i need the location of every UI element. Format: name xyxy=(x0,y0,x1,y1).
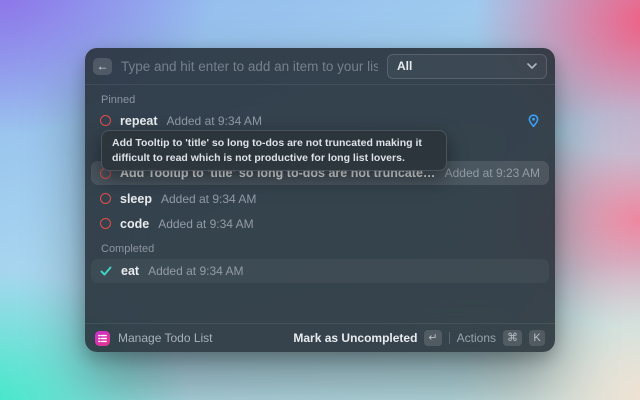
pin-icon xyxy=(528,113,539,127)
chevron-down-icon xyxy=(527,63,537,69)
footer-shortcuts: Mark as Uncompleted ↵ Actions ⌘ K xyxy=(293,330,545,346)
search-header: ← All xyxy=(85,48,555,85)
item-added-time: Added at 9:34 AM xyxy=(160,191,257,206)
actions-button[interactable]: Actions ⌘ K xyxy=(457,330,545,346)
actions-label: Actions xyxy=(456,331,496,345)
app-name-label: Manage Todo List xyxy=(118,331,213,345)
title-tooltip: Add Tooltip to 'title' so long to-dos ar… xyxy=(101,130,447,172)
list-glyph-icon xyxy=(98,334,107,342)
desktop-background: ← All Pinned repeat Added at 9:34 AM xyxy=(0,0,640,400)
item-added-time: Added at 9:34 AM xyxy=(166,113,262,128)
command-key-icon: ⌘ xyxy=(503,330,522,346)
list-item-eat[interactable]: eat Added at 9:34 AM xyxy=(91,259,549,283)
todo-circle-icon[interactable] xyxy=(100,193,111,204)
action-bar: Manage Todo List Mark as Uncompleted ↵ A… xyxy=(85,323,555,352)
mark-as-uncompleted-button[interactable]: Mark as Uncompleted xyxy=(293,331,417,345)
todo-circle-icon[interactable] xyxy=(100,115,111,126)
k-key-icon: K xyxy=(529,330,545,346)
list-item-code[interactable]: code Added at 9:34 AM xyxy=(91,212,549,235)
item-title: eat xyxy=(121,264,140,278)
item-title: repeat xyxy=(120,113,158,128)
checkmark-icon[interactable] xyxy=(100,265,112,277)
item-title: sleep xyxy=(120,191,152,206)
manage-todo-list-app-icon xyxy=(95,330,110,346)
list-item-sleep[interactable]: sleep Added at 9:34 AM xyxy=(91,187,549,210)
search-input[interactable] xyxy=(121,58,378,74)
back-button[interactable]: ← xyxy=(93,57,112,75)
item-title: code xyxy=(120,216,150,231)
back-icon: ← xyxy=(96,59,109,73)
return-key-icon: ↵ xyxy=(424,330,442,346)
footer-separator xyxy=(448,332,450,344)
section-label-completed: Completed xyxy=(101,243,155,255)
item-added-time: Added at 9:34 AM xyxy=(148,264,244,278)
section-label-pinned: Pinned xyxy=(101,94,136,106)
filter-dropdown[interactable]: All xyxy=(387,53,547,79)
todo-list: Pinned repeat Added at 9:34 AM Todo Add … xyxy=(85,85,555,323)
raycast-window: ← All Pinned repeat Added at 9:34 AM xyxy=(85,48,555,352)
todo-circle-icon[interactable] xyxy=(100,218,111,229)
item-added-time: Added at 9:23 AM xyxy=(444,166,540,180)
list-item-repeat[interactable]: repeat Added at 9:34 AM xyxy=(91,109,549,132)
item-added-time: Added at 9:34 AM xyxy=(158,216,254,231)
filter-dropdown-value: All xyxy=(397,59,413,73)
